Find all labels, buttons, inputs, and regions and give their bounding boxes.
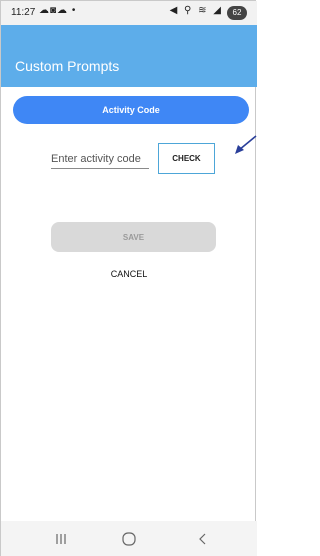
check-button[interactable]: CHECK — [158, 143, 215, 174]
page-title: Custom Prompts — [15, 58, 120, 74]
annotation-arrow-icon — [235, 135, 257, 154]
cancel-button[interactable]: CANCEL — [1, 269, 257, 279]
phone-frame: 11:27 ☁◙☁ • ◀ ⚲ ≋ ◢ 62 Custom Prompts Ac… — [0, 0, 257, 556]
status-bar: 11:27 ☁◙☁ • ◀ ⚲ ≋ ◢ 62 — [1, 1, 257, 25]
battery-icon: 62 — [227, 6, 247, 20]
save-button[interactable]: SAVE — [51, 222, 216, 252]
status-time: 11:27 — [11, 7, 36, 18]
app-bar: Custom Prompts — [1, 25, 257, 87]
tab-activity-code[interactable]: Activity Code — [13, 96, 249, 124]
home-icon[interactable] — [119, 531, 139, 547]
back-icon[interactable] — [193, 531, 213, 547]
system-status-icons: ◀ ⚲ ≋ ◢ — [169, 5, 223, 16]
activity-code-input[interactable] — [51, 149, 149, 169]
recent-apps-icon[interactable] — [51, 531, 71, 547]
system-nav-bar — [1, 521, 257, 556]
notification-icons: ☁◙☁ • — [39, 5, 77, 16]
